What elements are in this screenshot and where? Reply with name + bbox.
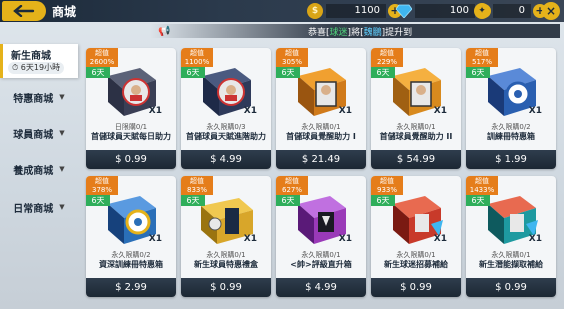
quantity-label: X1 xyxy=(148,234,162,244)
chevron-down-icon: ▼ xyxy=(59,165,65,173)
sidebar-item-newbie-shop[interactable]: 新生商城 ⏱ 6天19小時 xyxy=(0,44,78,78)
value-badge: 超值 1100% xyxy=(181,48,213,67)
quantity-label: X1 xyxy=(433,234,447,244)
close-button[interactable]: × xyxy=(542,2,560,20)
value-badge: 超值 1433% xyxy=(466,176,498,195)
sidebar-item-special-shop[interactable]: 特惠商城 ▼ xyxy=(0,84,78,110)
product-card[interactable]: 超值 305% 6天 X1 永久限購0/1 首儲球員覺醒助力 I $ 21.49 xyxy=(276,48,366,169)
sidebar-item-label: 新生商城 xyxy=(11,51,51,62)
price-button[interactable]: $ 2.99 xyxy=(86,278,176,297)
chevron-down-icon: ▼ xyxy=(59,129,65,137)
product-name: 訓練冊特惠箱 xyxy=(487,132,535,141)
chevron-down-icon: ▼ xyxy=(59,93,65,101)
price-button[interactable]: $ 0.99 xyxy=(86,150,176,169)
days-tag: 6天 xyxy=(466,67,490,78)
product-name: 新生球迷招募補給 xyxy=(384,260,448,269)
diamond-icon xyxy=(396,3,412,19)
product-name: 首儲球員覺醒助力 II xyxy=(379,132,453,141)
top-bar: 商城 $ 1100 + 100 + ✦ 0 + × xyxy=(0,0,564,22)
coin-currency: $ 1100 + xyxy=(307,2,402,20)
days-tag: 6天 xyxy=(181,67,205,78)
value-badge: 超值 933% xyxy=(371,176,403,195)
sidebar-item-daily-shop[interactable]: 日常商城 ▼ xyxy=(0,194,78,220)
price-button[interactable]: $ 4.99 xyxy=(276,278,366,297)
value-badge: 超值 833% xyxy=(181,176,213,195)
days-tag: 6天 xyxy=(86,67,110,78)
product-name: 首儲球員天賦進階助力 xyxy=(186,132,266,141)
value-badge: 超值 2600% xyxy=(86,48,118,67)
back-button[interactable] xyxy=(2,1,46,21)
value-badge: 超值 305% xyxy=(276,48,308,67)
product-card[interactable]: 超值 627% 6天 X1 永久限購0/1 <帥>評級直升箱 $ 4.99 xyxy=(276,176,366,297)
product-name: 新生潛能擷取補給 xyxy=(479,260,543,269)
price-button[interactable]: $ 0.99 xyxy=(181,278,271,297)
quantity-label: X1 xyxy=(528,234,542,244)
category-sidebar: 新生商城 ⏱ 6天19小時 特惠商城 ▼ 球員商城 ▼ 養成商城 ▼ 日常商城 ▼ xyxy=(0,40,80,309)
sidebar-item-growth-shop[interactable]: 養成商城 ▼ xyxy=(0,156,78,182)
quantity-label: X1 xyxy=(338,106,352,116)
days-tag: 6天 xyxy=(466,195,490,206)
value-badge: 超值 229% xyxy=(371,48,403,67)
price-button[interactable]: $ 54.99 xyxy=(371,150,461,169)
price-button[interactable]: $ 21.49 xyxy=(276,150,366,169)
quantity-label: X1 xyxy=(528,106,542,116)
product-card[interactable]: 超值 517% 6天 X1 永久限購0/2 訓練冊特惠箱 $ 1.99 xyxy=(466,48,556,169)
announcement-bar: 📢 恭喜[球迷]將[魏鵬]提升到 xyxy=(150,24,560,38)
value-badge: 超值 517% xyxy=(466,48,498,67)
product-name: 首儲球員覺醒助力 I xyxy=(286,132,356,141)
coin-icon: $ xyxy=(307,3,323,19)
product-card[interactable]: 超值 229% 6天 X1 永久限購0/1 首儲球員覺醒助力 II $ 54.99 xyxy=(371,48,461,169)
product-name: 新生球員特惠禮盒 xyxy=(194,260,258,269)
value-badge: 超值 627% xyxy=(276,176,308,195)
diamond-amount: 100 xyxy=(415,4,475,18)
ticket-icon: ✦ xyxy=(474,3,490,19)
product-name: 首儲球員天賦每日助力 xyxy=(91,132,171,141)
product-card[interactable]: 超值 378% 6天 X1 永久限購0/2 資深訓練冊特惠箱 $ 2.99 xyxy=(86,176,176,297)
price-button[interactable]: $ 0.99 xyxy=(371,278,461,297)
product-name: 資深訓練冊特惠箱 xyxy=(99,260,163,269)
announcement-text: 恭喜[球迷]將[魏鵬]提升到 xyxy=(308,27,413,38)
countdown-timer: ⏱ 6天19小時 xyxy=(8,62,65,74)
product-name: <帥>評級直升箱 xyxy=(290,260,352,269)
price-button[interactable]: $ 4.99 xyxy=(181,150,271,169)
megaphone-icon: 📢 xyxy=(158,25,171,37)
ticket-currency: ✦ 0 + xyxy=(474,2,547,20)
product-card[interactable]: 超值 1100% 6天 X1 永久限購0/3 首儲球員天賦進階助力 $ 4.99 xyxy=(181,48,271,169)
page-title: 商城 xyxy=(52,5,77,19)
product-grid: 超值 2600% 6天 X1 日限購0/1 首儲球員天賦每日助力 $ 0.99 超… xyxy=(86,48,556,303)
price-button[interactable]: $ 0.99 xyxy=(466,278,556,297)
quantity-label: X1 xyxy=(433,106,447,116)
product-card[interactable]: 超值 933% 6天 X1 永久限購0/1 新生球迷招募補給 $ 0.99 xyxy=(371,176,461,297)
days-tag: 6天 xyxy=(276,195,300,206)
product-card[interactable]: 超值 2600% 6天 X1 日限購0/1 首儲球員天賦每日助力 $ 0.99 xyxy=(86,48,176,169)
ticket-amount: 0 xyxy=(493,4,531,18)
price-button[interactable]: $ 1.99 xyxy=(466,150,556,169)
product-card[interactable]: 超值 1433% 6天 X1 永久限購0/1 新生潛能擷取補給 $ 0.99 xyxy=(466,176,556,297)
product-card[interactable]: 超值 833% 6天 X1 永久限購0/1 新生球員特惠禮盒 $ 0.99 xyxy=(181,176,271,297)
sidebar-item-player-shop[interactable]: 球員商城 ▼ xyxy=(0,120,78,146)
chevron-down-icon: ▼ xyxy=(59,203,65,211)
quantity-label: X1 xyxy=(148,106,162,116)
quantity-label: X1 xyxy=(338,234,352,244)
quantity-label: X1 xyxy=(243,234,257,244)
days-tag: 6天 xyxy=(371,195,395,206)
days-tag: 6天 xyxy=(371,67,395,78)
days-tag: 6天 xyxy=(276,67,300,78)
back-arrow-icon xyxy=(13,5,35,17)
quantity-label: X1 xyxy=(243,106,257,116)
coin-amount: 1100 xyxy=(326,4,386,18)
days-tag: 6天 xyxy=(86,195,110,206)
value-badge: 超值 378% xyxy=(86,176,118,195)
days-tag: 6天 xyxy=(181,195,205,206)
